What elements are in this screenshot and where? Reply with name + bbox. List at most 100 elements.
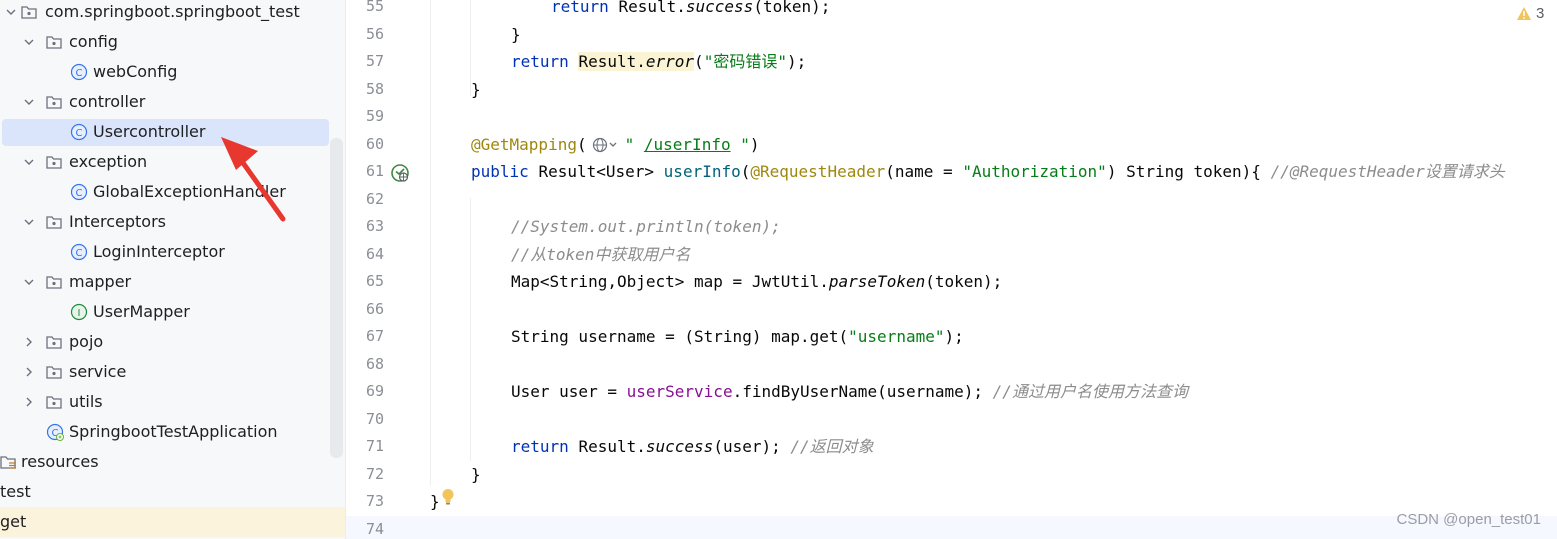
globe-icon[interactable] bbox=[591, 136, 621, 154]
tree-item-pojo[interactable]: pojo bbox=[0, 327, 345, 357]
line-number[interactable]: 74 bbox=[346, 516, 384, 539]
line-number[interactable]: 65 bbox=[346, 268, 384, 296]
tree-item-package-root[interactable]: com.springboot.springboot_test bbox=[0, 0, 345, 27]
tree-item-resources[interactable]: resources bbox=[0, 447, 345, 477]
code-text[interactable]: //System.out.println(token); bbox=[511, 213, 781, 241]
chevron-down-icon[interactable] bbox=[22, 275, 36, 289]
code-text[interactable]: } bbox=[430, 488, 440, 516]
line-number[interactable]: 68 bbox=[346, 351, 384, 379]
code-line[interactable]: 73} bbox=[346, 488, 1557, 516]
code-text[interactable]: String username = (String) map.get("user… bbox=[511, 323, 964, 351]
code-text[interactable]: //从token中获取用户名 bbox=[511, 241, 690, 269]
tree-item-get[interactable]: get bbox=[0, 507, 345, 537]
code-line[interactable]: 72} bbox=[346, 461, 1557, 489]
code-text[interactable]: Map<String,Object> map = JwtUtil.parseTo… bbox=[511, 268, 1002, 296]
tree-item-utils[interactable]: utils bbox=[0, 387, 345, 417]
code-text[interactable]: return Result.success(user); //返回对象 bbox=[511, 433, 874, 461]
tree-item-controller[interactable]: controller bbox=[0, 87, 345, 117]
code-line[interactable]: 68 bbox=[346, 351, 1557, 379]
line-number[interactable]: 72 bbox=[346, 461, 384, 489]
code-line[interactable]: 71 return Result.success(user); //返回对象 bbox=[346, 433, 1557, 461]
code-token: userService bbox=[626, 382, 733, 401]
tree-item-service[interactable]: service bbox=[0, 357, 345, 387]
tree-item-interceptors[interactable]: Interceptors bbox=[0, 207, 345, 237]
code-token: return bbox=[511, 437, 569, 456]
tree-item-usercontroller[interactable]: C Usercontroller bbox=[0, 117, 345, 147]
code-token: return bbox=[551, 0, 609, 16]
tree-scrollbar[interactable] bbox=[330, 138, 343, 458]
code-line[interactable]: 69 User user = userService.findByUserName… bbox=[346, 378, 1557, 406]
code-token: ( bbox=[694, 52, 704, 71]
tree-item-globalexceptionhandler[interactable]: C GlobalExceptionHandler bbox=[0, 177, 345, 207]
line-number[interactable]: 66 bbox=[346, 296, 384, 324]
code-line[interactable]: 67 String username = (String) map.get("us… bbox=[346, 323, 1557, 351]
tree-item-usermapper[interactable]: I UserMapper bbox=[0, 297, 345, 327]
code-token: success bbox=[685, 0, 754, 16]
line-number[interactable]: 69 bbox=[346, 378, 384, 406]
code-line[interactable]: 61 public Result<User> userInfo(@RequestH… bbox=[346, 158, 1557, 186]
line-number[interactable]: 57 bbox=[346, 48, 384, 76]
tree-item-test[interactable]: test bbox=[0, 477, 345, 507]
line-number[interactable]: 64 bbox=[346, 241, 384, 269]
code-line[interactable]: 56} bbox=[346, 21, 1557, 49]
line-number[interactable]: 73 bbox=[346, 488, 384, 516]
code-token: error bbox=[645, 52, 695, 71]
chevron-down-icon[interactable] bbox=[22, 155, 36, 169]
line-number[interactable]: 67 bbox=[346, 323, 384, 351]
code-token: User user = bbox=[511, 382, 617, 401]
chevron-down-icon[interactable] bbox=[22, 215, 36, 229]
endpoint-gutter-icon[interactable] bbox=[390, 163, 410, 183]
code-text[interactable]: User user = userService.findByUserName(u… bbox=[511, 378, 1188, 406]
code-text[interactable]: } bbox=[471, 76, 481, 104]
line-number[interactable]: 59 bbox=[346, 103, 384, 131]
code-line[interactable]: 74 bbox=[346, 515, 1557, 539]
code-line[interactable]: 59 bbox=[346, 103, 1557, 131]
chevron-down-icon[interactable] bbox=[22, 35, 36, 49]
line-number[interactable]: 62 bbox=[346, 186, 384, 214]
chevron-down-icon[interactable] bbox=[4, 5, 18, 19]
chevron-down-icon[interactable] bbox=[22, 95, 36, 109]
package-folder-icon bbox=[46, 396, 62, 409]
warnings-indicator[interactable]: 3 bbox=[1516, 3, 1544, 23]
code-token: .findByUserName(username); bbox=[732, 382, 984, 401]
line-number[interactable]: 60 bbox=[346, 131, 384, 159]
tree-item-webconfig[interactable]: C webConfig bbox=[0, 57, 345, 87]
tree-item-label: utils bbox=[69, 392, 103, 411]
code-line[interactable]: 63 //System.out.println(token); bbox=[346, 213, 1557, 241]
line-number[interactable]: 63 bbox=[346, 213, 384, 241]
code-text[interactable]: } bbox=[471, 461, 481, 489]
chevron-right-icon[interactable] bbox=[22, 395, 36, 409]
code-editor[interactable]: 55 return Result.success(token); 56} 57 retu… bbox=[346, 0, 1557, 539]
code-line[interactable]: 60 @GetMapping(" /userInfo ") bbox=[346, 131, 1557, 159]
code-text[interactable]: return Result.error("密码错误"); bbox=[511, 48, 806, 76]
chevron-right-icon[interactable] bbox=[22, 365, 36, 379]
tree-item-mapper[interactable]: mapper bbox=[0, 267, 345, 297]
code-text[interactable]: } bbox=[511, 21, 521, 49]
line-number[interactable]: 56 bbox=[346, 21, 384, 49]
code-token: Map<String,Object> map = JwtUtil. bbox=[511, 272, 829, 291]
line-number[interactable]: 61 bbox=[346, 158, 384, 186]
tree-item-exception[interactable]: exception bbox=[0, 147, 345, 177]
line-number[interactable]: 55 bbox=[346, 0, 384, 21]
code-token: String username = (String) map.get( bbox=[511, 327, 849, 346]
lightbulb-icon[interactable] bbox=[441, 488, 455, 506]
code-line[interactable]: 57 return Result.error("密码错误"); bbox=[346, 48, 1557, 76]
code-line[interactable]: 65 Map<String,Object> map = JwtUtil.parse… bbox=[346, 268, 1557, 296]
code-text[interactable]: public Result<User> userInfo(@RequestHea… bbox=[471, 158, 1505, 186]
chevron-right-icon[interactable] bbox=[22, 335, 36, 349]
code-line[interactable]: 64 //从token中获取用户名 bbox=[346, 241, 1557, 269]
tree-item-logininterceptor[interactable]: C LoginInterceptor bbox=[0, 237, 345, 267]
code-line[interactable]: 66 bbox=[346, 296, 1557, 324]
line-number[interactable]: 70 bbox=[346, 406, 384, 434]
line-number[interactable]: 58 bbox=[346, 76, 384, 104]
line-number[interactable]: 71 bbox=[346, 433, 384, 461]
code-token: parseToken bbox=[828, 272, 926, 291]
code-line[interactable]: 55 return Result.success(token); bbox=[346, 0, 1557, 21]
tree-item-springboottestapplication[interactable]: C SpringbootTestApplication bbox=[0, 417, 345, 447]
tree-item-config[interactable]: config bbox=[0, 27, 345, 57]
code-line[interactable]: 62 bbox=[346, 186, 1557, 214]
code-text[interactable]: return Result.success(token); bbox=[551, 0, 830, 21]
code-line[interactable]: 70 bbox=[346, 406, 1557, 434]
code-line[interactable]: 58} bbox=[346, 76, 1557, 104]
code-token: //返回对象 bbox=[790, 437, 874, 456]
